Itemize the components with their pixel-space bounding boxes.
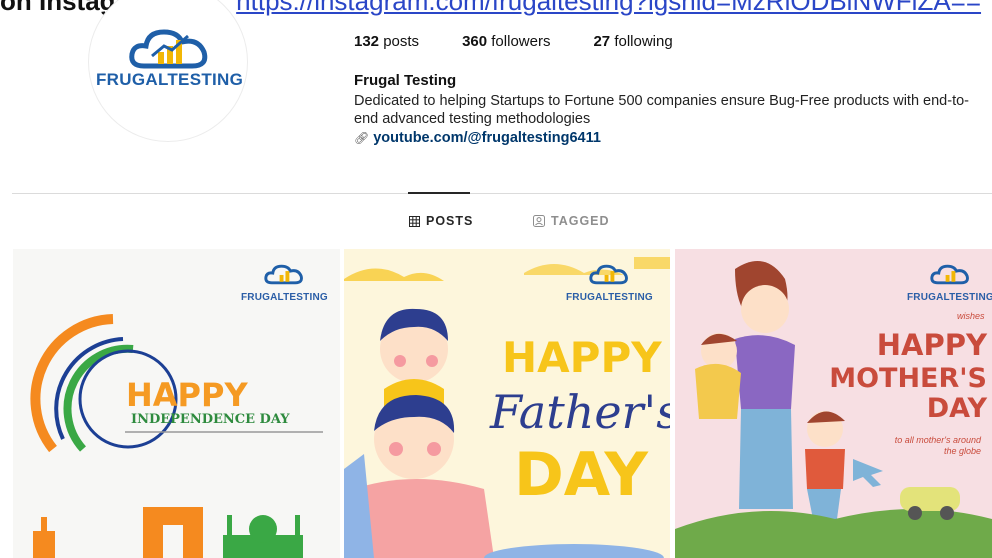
grid-icon bbox=[409, 215, 420, 227]
following-count[interactable]: 27 following bbox=[593, 33, 672, 50]
post-fathers-text: Father's bbox=[490, 385, 670, 439]
frugal-testing-logo: FRUGALTESTING bbox=[96, 26, 244, 90]
post-wishes-text: wishes bbox=[957, 311, 985, 321]
tab-posts[interactable]: POSTS bbox=[409, 214, 473, 228]
active-tab-indicator bbox=[408, 192, 470, 194]
logo-text-frugal: FRUGAL bbox=[96, 70, 168, 89]
posts-count[interactable]: 132 posts bbox=[354, 33, 419, 50]
post-day-text: DAY bbox=[926, 393, 987, 424]
profile-name: Frugal Testing bbox=[354, 72, 457, 89]
logo-text-testing: TESTING bbox=[167, 70, 244, 89]
post-subtitle: to all mother's around the globe bbox=[855, 435, 981, 457]
tab-tagged-label: TAGGED bbox=[551, 214, 610, 228]
followers-count[interactable]: 360 followers bbox=[462, 33, 550, 50]
post-happy-text: HAPPY bbox=[502, 333, 662, 382]
post-brand-text: FRUGALTESTING bbox=[907, 292, 992, 303]
profile-website-link[interactable]: 🔗︎ youtube.com/@frugaltesting6411 bbox=[354, 130, 601, 146]
post-mothers-day[interactable]: FRUGALTESTING wishes HAPPY MOTHER'S DAY … bbox=[675, 249, 992, 558]
tagged-icon bbox=[533, 215, 545, 227]
post-brand-logo: FRUGALTESTING bbox=[566, 261, 653, 303]
post-brand-text: FRUGALTESTING bbox=[566, 292, 653, 303]
post-happy-text: HAPPY bbox=[876, 328, 987, 362]
post-day-text: DAY bbox=[514, 440, 648, 510]
profile-stats: 132 posts 360 followers 27 following bbox=[354, 33, 673, 50]
cloud-chart-icon bbox=[128, 29, 207, 69]
post-occasion-text: INDEPENDENCE DAY bbox=[131, 412, 290, 427]
post-subtitle-line-2: the globe bbox=[943, 446, 981, 456]
link-icon: 🔗︎ bbox=[354, 131, 370, 145]
post-brand-logo: FRUGALTESTING bbox=[907, 261, 992, 303]
cloud-chart-icon bbox=[589, 264, 629, 285]
profile-bio: Dedicated to helping Startups to Fortune… bbox=[354, 93, 969, 127]
instagram-url-link[interactable]: https://instagram.com/frugaltesting?igsh… bbox=[236, 0, 981, 16]
post-subtitle-line-1: to all mother's around bbox=[894, 435, 981, 445]
cloud-chart-icon bbox=[930, 264, 970, 285]
post-mothers-text: MOTHER'S bbox=[829, 363, 987, 394]
post-fathers-day[interactable]: FRUGALTESTING HAPPY Father's DAY bbox=[344, 249, 670, 558]
tabs-divider bbox=[12, 193, 992, 194]
post-independence-day[interactable]: FRUGALTESTING HAPPY INDEPENDENCE DAY bbox=[13, 249, 340, 558]
tab-posts-label: POSTS bbox=[426, 214, 474, 228]
tab-tagged[interactable]: TAGGED bbox=[533, 214, 610, 228]
post-happy-text: HAPPY bbox=[126, 376, 248, 414]
